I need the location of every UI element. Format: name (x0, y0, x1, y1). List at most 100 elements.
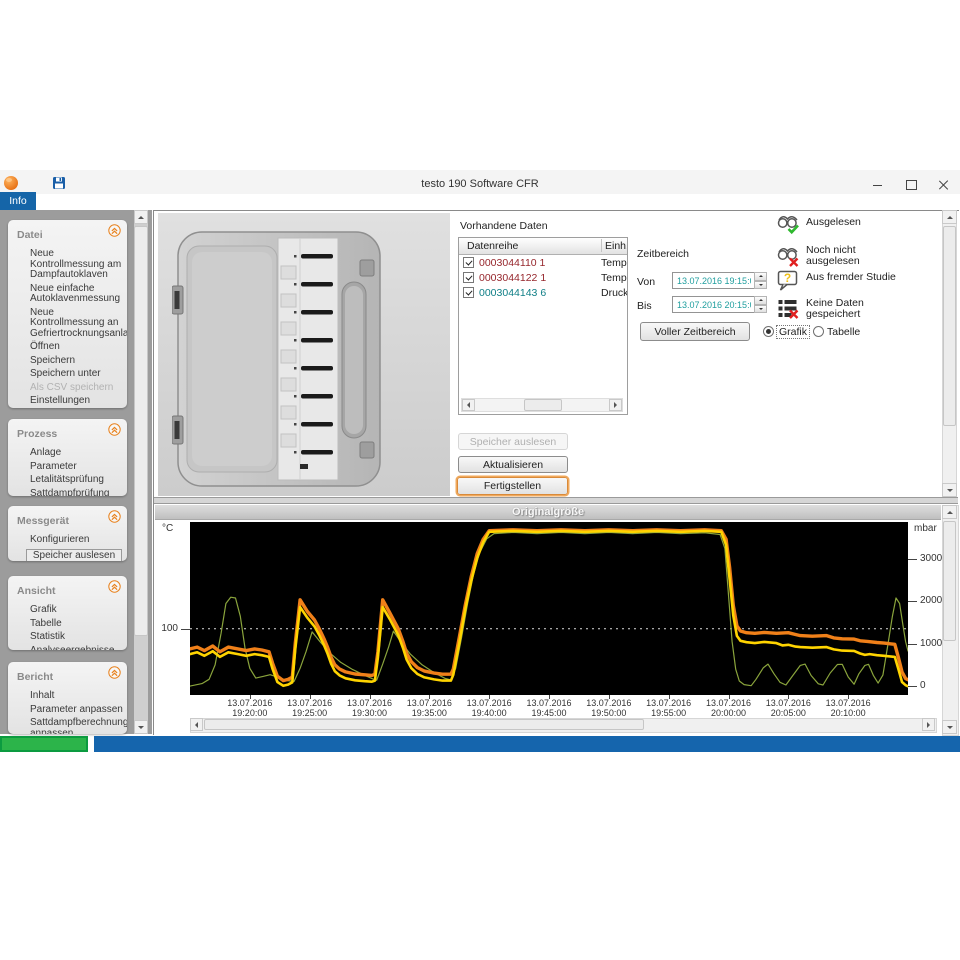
chart-scroll-left-button[interactable] (190, 718, 203, 731)
data-list-rows: 0003044110 1Temp..0003044122 1Temp..0003… (459, 255, 627, 300)
series-line-0003044110-1 (190, 530, 908, 681)
bis-label: Bis (637, 300, 652, 312)
fertigstellen-button[interactable]: Fertigstellen (457, 477, 568, 495)
sidebar-item-neue-kontrollmessung-an-gefriertrocknungsanlage[interactable]: Neue Kontrollmessung an Gefriertrocknung… (30, 308, 126, 340)
axis-tick (908, 559, 917, 560)
chart-vscrollbar-thumb[interactable] (943, 521, 956, 641)
sidebar-item-parameter[interactable]: Parameter (30, 462, 126, 473)
column-divider[interactable] (601, 239, 602, 252)
sidebar-item-analyseergebnisse[interactable]: Analyseergebnisse (30, 646, 126, 651)
maximize-button[interactable] (900, 177, 922, 193)
right-axis-tick-label: 0 (920, 680, 926, 691)
content-scrollbar-thumb[interactable] (943, 226, 956, 426)
x-axis-tick-label: 13.07.201619:55:00 (637, 698, 701, 718)
panel-title: Bericht (17, 671, 53, 683)
row-checkbox[interactable] (463, 287, 474, 298)
voller-zeitbereich-button[interactable]: Voller Zeitbereich (640, 322, 750, 341)
left-axis-tick-label: 100 (155, 623, 178, 634)
sidebar-item-grafik[interactable]: Grafik (30, 605, 126, 616)
x-axis-tick-label: 13.07.201619:50:00 (577, 698, 641, 718)
sidebar-panel-messgerät: MessgerätKonfigurierenSpeicher auslesen (8, 506, 127, 561)
sidebar-panel-bericht: Bericht Inhalt Parameter anpassen Sattdampf… (8, 662, 127, 734)
collapse-panel-icon[interactable] (108, 510, 121, 523)
table-row[interactable]: 0003044110 1Temp.. (459, 255, 627, 270)
collapse-panel-icon[interactable] (108, 224, 121, 237)
pane-splitter[interactable] (154, 497, 958, 504)
table-row[interactable]: 0003044122 1Temp.. (459, 270, 627, 285)
grafik-radio-label[interactable]: Grafik (777, 326, 809, 338)
sidebar-item-konfigurieren[interactable]: Konfigurieren (30, 535, 126, 546)
x-axis-tick-label: 13.07.201619:20:00 (218, 698, 282, 718)
right-axis-unit: mbar (914, 523, 937, 534)
chart-scroll-right-button[interactable] (922, 718, 935, 731)
sidebar-scroll-down-button[interactable] (134, 720, 148, 734)
sidebar-item-tabelle[interactable]: Tabelle (30, 619, 126, 630)
axis-tick (908, 644, 917, 645)
row-checkbox[interactable] (463, 257, 474, 268)
sidebar-scroll-up-button[interactable] (134, 210, 148, 224)
series-unit: Druck (601, 287, 627, 299)
sidebar-item-neue-einfache-autoklavenmessung[interactable]: Neue einfache Autoklavenmessung (30, 284, 126, 305)
close-button[interactable] (933, 177, 955, 193)
tabelle-radio[interactable] (813, 326, 824, 337)
collapse-panel-icon[interactable] (108, 423, 121, 436)
legend-label-keine-daten-gespeichert: Keine Daten gespeichert (806, 298, 902, 320)
list-scroll-right-button[interactable] (609, 399, 622, 411)
sidebar-panel-datei: Datei Neue Kontrollmessung am Dampfautokl… (8, 220, 127, 408)
chart-scroll-up-button[interactable] (942, 505, 957, 519)
sidebar-item-sattdampfberechnung-anpassen[interactable]: Sattdampfberechnung anpassen (30, 718, 126, 734)
minimize-button[interactable] (866, 177, 888, 193)
sidebar-item-speichern[interactable]: Speichern (30, 356, 126, 367)
sidebar-item-inhalt[interactable]: Inhalt (30, 691, 126, 702)
collapse-panel-icon[interactable] (108, 580, 121, 593)
sidebar-item-statistik[interactable]: Statistik (30, 632, 126, 643)
list-hscrollbar-thumb[interactable] (524, 399, 562, 411)
chart-hscrollbar-thumb[interactable] (204, 719, 644, 730)
window-title: testo 190 Software CFR (0, 178, 960, 190)
speicher-auslesen-button: Speicher auslesen (458, 433, 568, 450)
taskbar-green-button[interactable] (0, 736, 88, 752)
sidebar-item-speichern-unter[interactable]: Speichern unter (30, 369, 126, 380)
table-row[interactable]: 0003044143 6Druck (459, 285, 627, 300)
sidebar-item-einstellungen[interactable]: Einstellungen (30, 396, 126, 407)
sidebar-scrollbar-thumb[interactable] (134, 226, 148, 636)
column-header-datenreihe[interactable]: Datenreihe (467, 240, 518, 252)
sidebar-item-letalitätsprüfung[interactable]: Letalitätsprüfung (30, 475, 126, 486)
axis-tick (908, 601, 917, 602)
content-scroll-down-button[interactable] (942, 483, 957, 497)
right-axis-tick-label: 1000 (920, 638, 942, 649)
x-axis-tick-label: 13.07.201619:30:00 (338, 698, 402, 718)
panel-title: Ansicht (17, 585, 56, 597)
von-label: Von (637, 276, 655, 288)
tab-info[interactable]: Info (0, 192, 36, 210)
chart-scroll-down-button[interactable] (942, 720, 957, 734)
series-id: 0003044143 6 (479, 287, 601, 299)
tabelle-radio-label[interactable]: Tabelle (827, 326, 860, 338)
grafik-radio[interactable] (763, 326, 774, 337)
bis-datetime-field[interactable] (672, 296, 767, 313)
list-scroll-left-button[interactable] (462, 399, 475, 411)
von-datetime-field[interactable] (672, 272, 767, 289)
collapse-panel-icon[interactable] (108, 666, 121, 679)
x-axis-tick-label: 13.07.201619:45:00 (517, 698, 581, 718)
panel-title: Datei (17, 229, 43, 241)
data-list-hscrollbar[interactable] (461, 398, 623, 412)
sidebar-item-sattdampfprüfung[interactable]: Sattdampfprüfung (30, 489, 126, 497)
speech-question-icon: ? (776, 268, 800, 292)
row-checkbox[interactable] (463, 272, 474, 283)
sidebar-item-parameter-anpassen[interactable]: Parameter anpassen (30, 705, 126, 716)
axis-tick (908, 686, 917, 687)
sidebar-item-anlage[interactable]: Anlage (30, 448, 126, 459)
bis-spinner[interactable] (754, 296, 767, 313)
aktualisieren-button[interactable]: Aktualisieren (458, 456, 568, 473)
sidebar-item-speicher-auslesen[interactable]: Speicher auslesen (26, 549, 122, 562)
x-axis-tick-label: 13.07.201620:05:00 (756, 698, 820, 718)
column-header-einheit[interactable]: Einh... (605, 240, 627, 252)
sidebar-panel-prozess: ProzessAnlageParameterLetalitätsprüfungS… (8, 419, 127, 496)
data-list: Datenreihe Einh... 0003044110 1Temp..000… (458, 237, 628, 415)
content-scroll-up-button[interactable] (942, 210, 957, 224)
series-unit: Temp.. (601, 272, 627, 284)
sidebar-item-öffnen[interactable]: Öffnen (30, 342, 126, 353)
sidebar-item-neue-kontrollmessung-am-dampfautoklaven[interactable]: Neue Kontrollmessung am Dampfautoklaven (30, 249, 126, 281)
von-spinner[interactable] (754, 272, 767, 289)
